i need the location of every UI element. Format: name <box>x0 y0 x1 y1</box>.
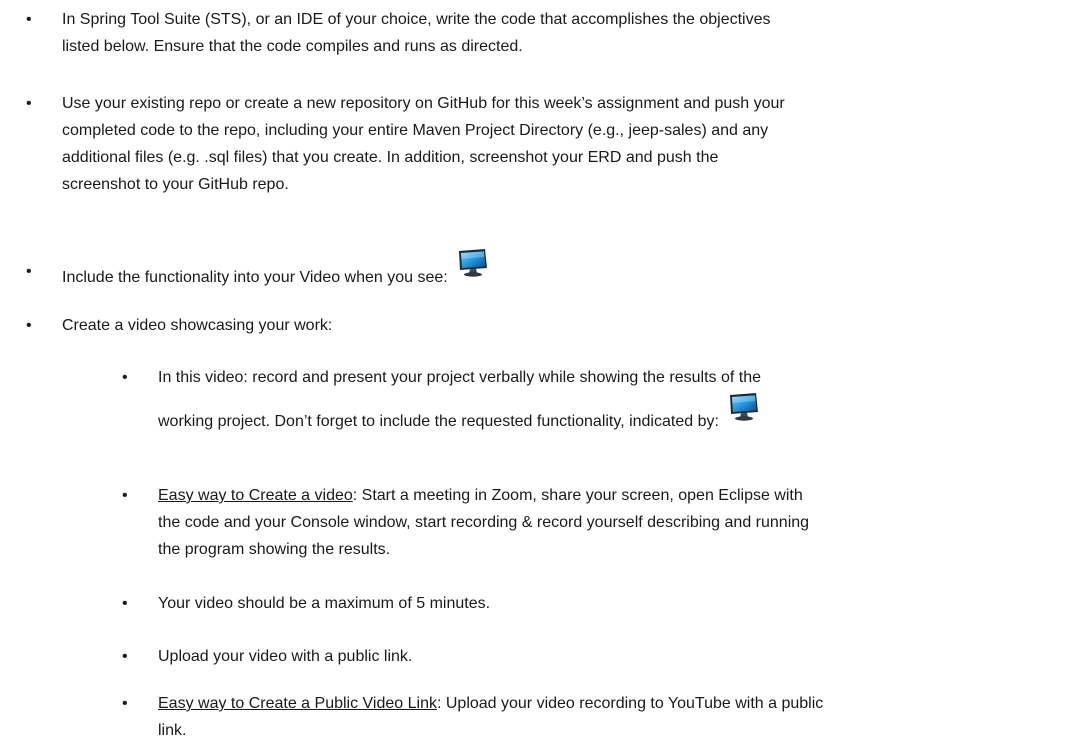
bullet-marker: • <box>122 369 128 386</box>
bullet-text-line: Use your existing repo or create a new r… <box>62 95 785 112</box>
bullet-text-line: completed code to the repo, including yo… <box>62 122 769 139</box>
bullet-marker: • <box>122 695 128 712</box>
sub-bullet-item-public-link: • Easy way to Create a Public Video Link… <box>0 690 1074 745</box>
sub-bullet-item-upload: • Upload your video with a public link. <box>0 643 1074 673</box>
sub-bullet-text-line: : Start a meeting in Zoom, share your sc… <box>352 487 803 504</box>
bullet-text-line: Create a video showcasing your work: <box>62 317 333 334</box>
sub-bullet-text-line: the program showing the results. <box>158 541 391 558</box>
easy-video-heading: Easy way to Create a video <box>158 487 353 504</box>
bullet-text-line: additional files (e.g. .sql files) that … <box>62 149 719 166</box>
bullet-marker: • <box>26 95 32 112</box>
bullet-item-ide: • In Spring Tool Suite (STS), or an IDE … <box>0 6 1074 62</box>
bullet-marker: • <box>26 11 32 28</box>
sub-bullet-text-line: Your video should be a maximum of 5 minu… <box>158 595 491 612</box>
monitor-icon <box>456 248 490 277</box>
sub-bullet-text-line: In this video: record and present your p… <box>158 369 761 386</box>
bullet-text-line: screenshot to your GitHub repo. <box>62 176 289 193</box>
sub-bullet-text-line: link. <box>158 722 187 739</box>
bullet-item-create-video: • Create a video showcasing your work: <box>0 312 1074 342</box>
sub-bullet-item-easy-video: • Easy way to Create a video: Start a me… <box>0 482 1074 567</box>
bullet-text-line: In Spring Tool Suite (STS), or an IDE of… <box>62 11 771 28</box>
bullet-marker: • <box>122 595 128 612</box>
bullet-item-github: • Use your existing repo or create a new… <box>0 90 1074 200</box>
bullet-marker: • <box>122 648 128 665</box>
bullet-marker: • <box>26 263 32 280</box>
sub-bullet-text-line: : Upload your video recording to YouTube… <box>436 695 824 712</box>
sub-bullet-text-line: working project. Don’t forget to include… <box>158 413 719 430</box>
sub-bullet-text-line: Upload your video with a public link. <box>158 648 413 665</box>
bullet-marker: • <box>26 317 32 334</box>
public-link-heading: Easy way to Create a Public Video Link <box>158 695 437 712</box>
sub-bullet-item-record: • In this video: record and present your… <box>0 364 1074 444</box>
sub-bullet-item-max-length: • Your video should be a maximum of 5 mi… <box>0 590 1074 620</box>
bullet-marker: • <box>122 487 128 504</box>
sub-bullet-text-line: the code and your Console window, start … <box>158 514 810 531</box>
bullet-text-line: Include the functionality into your Vide… <box>62 269 448 286</box>
bullet-text-line: listed below. Ensure that the code compi… <box>62 38 523 55</box>
monitor-icon <box>727 392 761 421</box>
bullet-item-functionality: • Include the functionality into your Vi… <box>0 249 1074 288</box>
